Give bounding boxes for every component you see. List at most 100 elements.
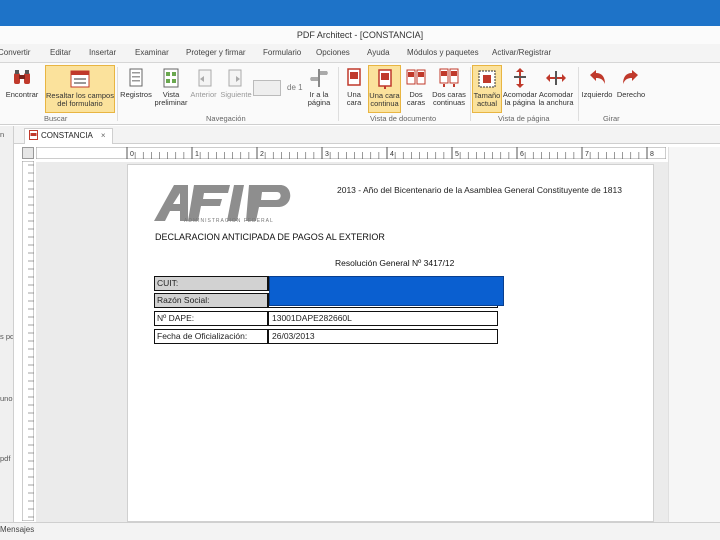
- ruler-label: 7: [585, 151, 589, 158]
- redaction-box: [269, 276, 504, 306]
- single-continuous-button[interactable]: Una cara continua: [368, 65, 401, 113]
- goto-page-button[interactable]: Ir a la página: [302, 65, 336, 113]
- status-bar: Mensajes: [0, 522, 720, 540]
- ribbon-separator: [578, 67, 579, 121]
- previous-page-icon: [198, 69, 211, 87]
- fit-page-button[interactable]: Acomodar la página: [502, 65, 538, 113]
- goto-page-icon: [310, 69, 328, 87]
- preview-icon: [163, 68, 179, 88]
- left-panel-item[interactable]: pdf: [0, 454, 10, 463]
- menu-editar[interactable]: Editar: [50, 48, 71, 57]
- menu-bar: Convertir Editar Insertar Examinar Prote…: [0, 44, 720, 63]
- ribbon: Encontrar Resaltar los campos del formul…: [0, 63, 720, 125]
- single-page-icon: [347, 68, 361, 86]
- ruler-label: 6: [520, 151, 524, 158]
- document-canvas: ADMINISTRACION FEDERAL 2013 - Año del Bi…: [36, 162, 668, 522]
- ruler-label: 2: [260, 151, 264, 158]
- actual-size-label: Tamaño actual: [473, 91, 501, 108]
- ribbon-separator: [338, 67, 339, 121]
- rotate-right-label: Derecho: [616, 90, 646, 99]
- left-panel-item[interactable]: s pdf: [0, 332, 13, 341]
- fit-width-button[interactable]: Acomodar la anchura: [538, 65, 574, 113]
- field-label: Nº DAPE:: [154, 311, 268, 326]
- find-label: Encontrar: [5, 90, 39, 99]
- group-vista-pagina: Vista de página: [498, 114, 550, 123]
- records-icon: [129, 68, 143, 87]
- preview-label: Vista preliminar: [154, 90, 188, 107]
- window-title: PDF Architect - [CONSTANCIA]: [0, 26, 720, 44]
- menu-insertar[interactable]: Insertar: [89, 48, 116, 57]
- group-vista-documento: Vista de documento: [370, 114, 437, 123]
- form-fields-icon: [70, 70, 90, 88]
- menu-ayuda[interactable]: Ayuda: [367, 48, 390, 57]
- ruler-label: 0: [130, 151, 134, 158]
- goto-page-label: Ir a la página: [307, 90, 331, 107]
- single-page-button[interactable]: Una cara: [340, 65, 368, 113]
- menu-convertir[interactable]: Convertir: [0, 48, 30, 57]
- fit-width-label: Acomodar la anchura: [538, 90, 574, 107]
- ruler-label: 3: [325, 151, 329, 158]
- ribbon-separator: [470, 67, 471, 121]
- vertical-ruler: [22, 161, 34, 521]
- single-continuous-label: Una cara continua: [369, 91, 400, 108]
- rotate-left-button[interactable]: Izquierdo: [580, 65, 614, 113]
- two-pages-icon: [406, 69, 426, 85]
- tab-constancia[interactable]: CONSTANCIA ×: [24, 128, 113, 144]
- field-value[interactable]: 26/03/2013: [268, 329, 498, 344]
- status-messages-tab[interactable]: Mensajes: [0, 525, 34, 534]
- highlight-form-fields-label: Resaltar los campos del formulario: [46, 91, 114, 108]
- two-pages-button[interactable]: Dos caras: [401, 65, 431, 113]
- rotate-right-button[interactable]: Derecho: [614, 65, 648, 113]
- left-panel: n s pdf uno pdf: [0, 126, 14, 522]
- fit-width-icon: [546, 71, 566, 85]
- group-navegacion: Navegación: [206, 114, 246, 123]
- close-icon[interactable]: ×: [101, 131, 106, 140]
- records-label: Registros: [120, 90, 152, 99]
- field-label: Fecha de Oficialización:: [154, 329, 268, 344]
- ruler-label: 5: [455, 151, 459, 158]
- document-header-text: 2013 - Año del Bicentenario de la Asambl…: [337, 185, 622, 195]
- rotate-right-icon: [623, 70, 638, 84]
- field-label: Razón Social:: [154, 293, 268, 308]
- left-panel-header[interactable]: n: [0, 130, 4, 139]
- left-panel-item[interactable]: uno: [0, 394, 13, 403]
- ruler-label: 8: [650, 151, 654, 158]
- highlight-form-fields-button[interactable]: Resaltar los campos del formulario: [45, 65, 115, 113]
- page-of-label: de 1: [287, 83, 303, 92]
- next-page-label: Siguiente: [220, 90, 252, 99]
- document-tab-strip: CONSTANCIA ×: [14, 126, 720, 144]
- two-pages-label: Dos caras: [406, 90, 426, 107]
- vertical-scrollbar[interactable]: [668, 147, 720, 522]
- preview-button[interactable]: Vista preliminar: [154, 65, 188, 113]
- next-page-button[interactable]: Siguiente: [219, 65, 253, 113]
- pdf-page: ADMINISTRACION FEDERAL 2013 - Año del Bi…: [127, 164, 654, 522]
- records-button[interactable]: Registros: [118, 65, 154, 113]
- next-page-icon: [228, 69, 242, 87]
- menu-formulario[interactable]: Formulario: [263, 48, 301, 57]
- ruler-label: 1: [195, 151, 199, 158]
- fit-page-icon: [514, 68, 526, 88]
- previous-page-label: Anterior: [190, 90, 217, 99]
- group-girar: Girar: [603, 114, 620, 123]
- single-continuous-icon: [377, 69, 392, 89]
- rotate-left-label: Izquierdo: [581, 90, 613, 99]
- two-continuous-button[interactable]: Dos caras continuas: [431, 65, 467, 113]
- actual-size-button[interactable]: Tamaño actual: [472, 65, 502, 113]
- document-title: DECLARACION ANTICIPADA DE PAGOS AL EXTER…: [155, 232, 385, 242]
- binoculars-icon: [14, 70, 30, 84]
- fit-page-label: Acomodar la página: [502, 90, 538, 107]
- find-button[interactable]: Encontrar: [2, 65, 42, 113]
- menu-activar-registrar[interactable]: Activar/Registrar: [492, 48, 551, 57]
- ruler-corner: [22, 147, 34, 159]
- menu-modulos-paquetes[interactable]: Módulos y paquetes: [407, 48, 479, 57]
- menu-examinar[interactable]: Examinar: [135, 48, 169, 57]
- horizontal-ruler: 0 1 2 3 4 5 6 7 8: [36, 147, 666, 159]
- previous-page-button[interactable]: Anterior: [188, 65, 219, 113]
- field-value[interactable]: 13001DAPE282660L: [268, 311, 498, 326]
- pdf-file-icon: [29, 130, 38, 140]
- page-number-input[interactable]: [253, 80, 281, 96]
- field-label: CUIT:: [154, 276, 268, 291]
- menu-opciones[interactable]: Opciones: [316, 48, 350, 57]
- menu-proteger-firmar[interactable]: Proteger y firmar: [186, 48, 246, 57]
- tab-label: CONSTANCIA: [41, 131, 93, 140]
